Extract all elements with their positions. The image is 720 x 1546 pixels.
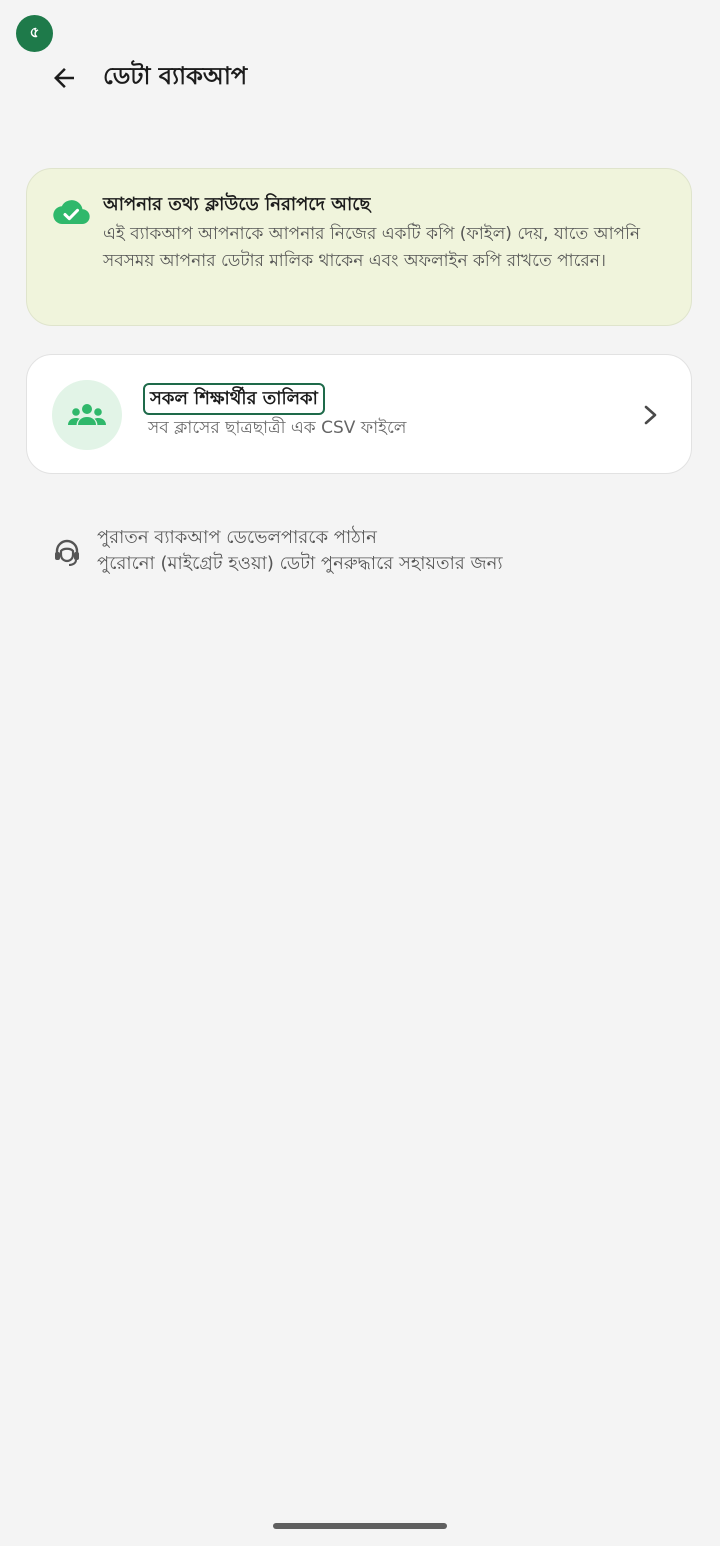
back-button[interactable] (44, 58, 84, 98)
group-icon (68, 404, 106, 425)
legacy-backup-subtitle: পুরোনো (মাইগ্রেট হওয়া) ডেটা পুনরুদ্ধারে… (97, 553, 503, 574)
app-notification-badge: ৫ (16, 15, 53, 52)
cloud-check-icon (53, 200, 90, 225)
home-gesture-bar[interactable] (273, 1523, 447, 1529)
top-app-bar: ডেটা ব্যাকআপ (0, 52, 720, 102)
chevron-right-icon (644, 405, 657, 425)
info-card-title: আপনার তথ্য ক্লাউডে নিরাপদে আছে (103, 194, 371, 215)
info-card-description: এই ব্যাকআপ আপনাকে আপনার নিজের একটি কপি (… (103, 224, 641, 271)
app-badge-glyph: ৫ (29, 23, 40, 41)
students-avatar (52, 380, 122, 450)
arrow-back-icon (54, 68, 74, 88)
support-agent-icon (55, 539, 79, 566)
cloud-safe-info-card: আপনার তথ্য ক্লাউডে নিরাপদে আছে এই ব্যাকআ… (26, 168, 692, 326)
legacy-backup-title: পুরাতন ব্যাকআপ ডেভেলপারকে পাঠান (97, 527, 377, 548)
students-card-title: সকল শিক্ষার্থীর তালিকা (143, 383, 325, 415)
page-title: ডেটা ব্যাকআপ (103, 62, 248, 90)
all-students-list-card[interactable]: সকল শিক্ষার্থীর তালিকা সব ক্লাসের ছাত্রছ… (26, 354, 692, 474)
send-legacy-backup-row[interactable]: পুরাতন ব্যাকআপ ডেভেলপারকে পাঠান পুরোনো (… (40, 522, 680, 582)
students-card-subtitle: সব ক্লাসের ছাত্রছাত্রী এক CSV ফাইলে (148, 418, 407, 438)
